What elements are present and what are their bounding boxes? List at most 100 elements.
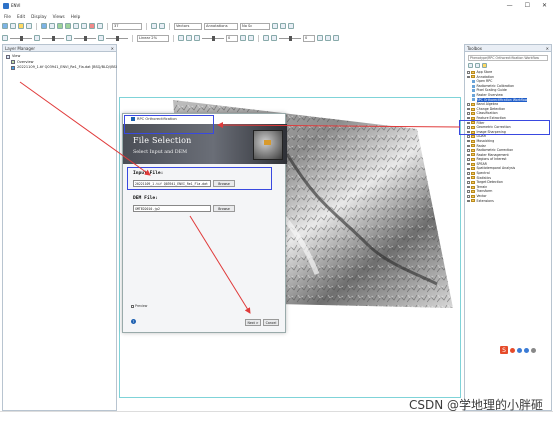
dialog-subheading: Select Input and DEM bbox=[133, 150, 188, 155]
toolbar-separator bbox=[169, 22, 170, 30]
opacity-slider[interactable] bbox=[202, 35, 224, 41]
rotate-value[interactable]: 0 bbox=[303, 34, 315, 42]
layout-combo[interactable]: No Sc bbox=[240, 22, 270, 30]
rotate-icon[interactable] bbox=[73, 23, 79, 29]
dem-file-field[interactable]: GMTED2010.jp2 bbox=[133, 205, 211, 212]
transparency-slider[interactable] bbox=[106, 35, 128, 41]
collapse-all-icon[interactable] bbox=[475, 63, 480, 68]
tool-icon bbox=[472, 93, 475, 97]
dialog-heading: File Selection bbox=[133, 136, 192, 145]
highlight-toolbox-item bbox=[459, 120, 550, 135]
toolbox-close-icon[interactable]: ✕ bbox=[546, 46, 549, 51]
next-button[interactable]: Next > bbox=[245, 319, 261, 326]
dem-browse-button[interactable]: Browse bbox=[213, 205, 235, 212]
tool-icon-a[interactable] bbox=[272, 23, 278, 29]
tool-icon-c[interactable] bbox=[288, 23, 294, 29]
link-icon[interactable] bbox=[263, 35, 269, 41]
zoom-out-icon[interactable] bbox=[65, 23, 71, 29]
sogou-ime-icon[interactable]: S bbox=[500, 346, 508, 354]
folder-icon bbox=[471, 75, 475, 79]
folder-icon bbox=[471, 185, 475, 189]
expand-icon bbox=[467, 185, 470, 189]
minimize-icon[interactable]: — bbox=[507, 2, 513, 9]
tool-icon-f[interactable] bbox=[333, 35, 339, 41]
zoom-combo[interactable]: 37 bbox=[112, 22, 142, 30]
tool-icon bbox=[472, 79, 475, 83]
menu-edit[interactable]: Edit bbox=[17, 14, 25, 19]
folder-icon bbox=[471, 181, 475, 185]
tray-mic-icon bbox=[517, 347, 522, 353]
toolbox-tree: App Store Annotation Open RPC Radiometric C… bbox=[465, 69, 551, 203]
tool-icon bbox=[472, 89, 475, 93]
crosshair-icon[interactable] bbox=[89, 23, 95, 29]
menu-display[interactable]: Display bbox=[31, 14, 46, 19]
tree-item-label: 20221109_1.tif Q03941_ENVI_Re1_Fla.dat [… bbox=[17, 65, 122, 69]
save-icon[interactable] bbox=[10, 23, 16, 29]
thumbnail-highlight bbox=[264, 140, 271, 145]
expand-icon bbox=[467, 139, 470, 143]
preview-checkbox-row[interactable]: Preview bbox=[131, 304, 147, 308]
sync-icon[interactable] bbox=[271, 35, 277, 41]
toolbox-search-input[interactable]: Phenotype/RPC Orthorectification Workflo… bbox=[468, 55, 548, 61]
toolbar-separator bbox=[258, 34, 259, 42]
folder-icon bbox=[471, 148, 475, 152]
contrast-slider[interactable] bbox=[42, 35, 64, 41]
layer-manager-close-icon[interactable]: ✕ bbox=[111, 46, 114, 51]
menu-file[interactable]: File bbox=[4, 14, 11, 19]
tool-icon-e[interactable] bbox=[325, 35, 331, 41]
maximize-icon[interactable]: ☐ bbox=[525, 2, 530, 9]
display-toolbar: Linear 2% 0 0 bbox=[0, 33, 553, 43]
rotate-view-icon[interactable] bbox=[151, 23, 157, 29]
dem-file-label: DEM File: bbox=[133, 196, 158, 201]
favorites-icon[interactable] bbox=[482, 63, 487, 68]
window-controls: — ☐ ✕ bbox=[507, 2, 553, 9]
stretch-combo[interactable]: Linear 2% bbox=[137, 34, 169, 42]
expand-icon bbox=[467, 181, 470, 184]
pan-icon[interactable] bbox=[49, 23, 55, 29]
tool-icon bbox=[472, 84, 475, 88]
expand-all-icon[interactable] bbox=[468, 63, 473, 68]
cancel-button[interactable]: Cancel bbox=[263, 319, 279, 326]
blend-icon[interactable] bbox=[194, 35, 200, 41]
go-to-icon[interactable] bbox=[159, 23, 165, 29]
brightness-slider[interactable] bbox=[10, 35, 32, 41]
expand-icon bbox=[467, 107, 470, 111]
cursor-value-icon[interactable] bbox=[97, 23, 103, 29]
tool-icon-b[interactable] bbox=[280, 23, 286, 29]
opacity-value[interactable]: 0 bbox=[226, 34, 238, 42]
tree-item-raster-layer[interactable]: 20221109_1.tif Q03941_ENVI_Re1_Fla.dat [… bbox=[6, 65, 121, 71]
data-manager-icon[interactable] bbox=[18, 23, 24, 29]
tool-icon-d[interactable] bbox=[317, 35, 323, 41]
sharpen-slider[interactable] bbox=[74, 35, 96, 41]
expand-icon bbox=[467, 153, 470, 157]
menu-help[interactable]: Help bbox=[71, 14, 81, 19]
layer-manager-panel: Layer Manager ✕ View Overview 20221109_1… bbox=[2, 44, 121, 411]
close-icon[interactable]: ✕ bbox=[542, 2, 547, 9]
folder-icon bbox=[471, 158, 475, 162]
fixed-zoom-icon[interactable] bbox=[81, 23, 87, 29]
expand-icon bbox=[467, 75, 470, 79]
rotate-slider[interactable] bbox=[279, 35, 301, 41]
folder-icon bbox=[471, 171, 475, 175]
select-icon[interactable] bbox=[41, 23, 47, 29]
tray-settings-icon bbox=[531, 347, 536, 353]
swipe-icon[interactable] bbox=[186, 35, 192, 41]
preview-checkbox[interactable] bbox=[131, 304, 134, 308]
vectors-combo[interactable]: Vectors bbox=[174, 22, 202, 30]
preview-label: Preview bbox=[135, 304, 148, 308]
flicker-icon[interactable] bbox=[178, 35, 184, 41]
menu-views[interactable]: Views bbox=[53, 14, 65, 19]
toolbox-item[interactable]: Extensions bbox=[467, 199, 549, 204]
folder-icon bbox=[471, 162, 475, 166]
chip-icon[interactable] bbox=[248, 35, 254, 41]
title-bar: ENVI — ☐ ✕ bbox=[0, 0, 553, 11]
expand-icon bbox=[467, 144, 470, 148]
portal-icon[interactable] bbox=[240, 35, 246, 41]
print-icon[interactable] bbox=[26, 23, 32, 29]
open-file-icon[interactable] bbox=[2, 23, 8, 29]
annotations-combo[interactable]: Annotations bbox=[204, 22, 238, 30]
help-icon[interactable]: ? bbox=[131, 319, 136, 324]
toolbox-icon-row bbox=[465, 62, 551, 69]
zoom-in-icon[interactable] bbox=[57, 23, 63, 29]
folder-icon bbox=[471, 70, 475, 74]
